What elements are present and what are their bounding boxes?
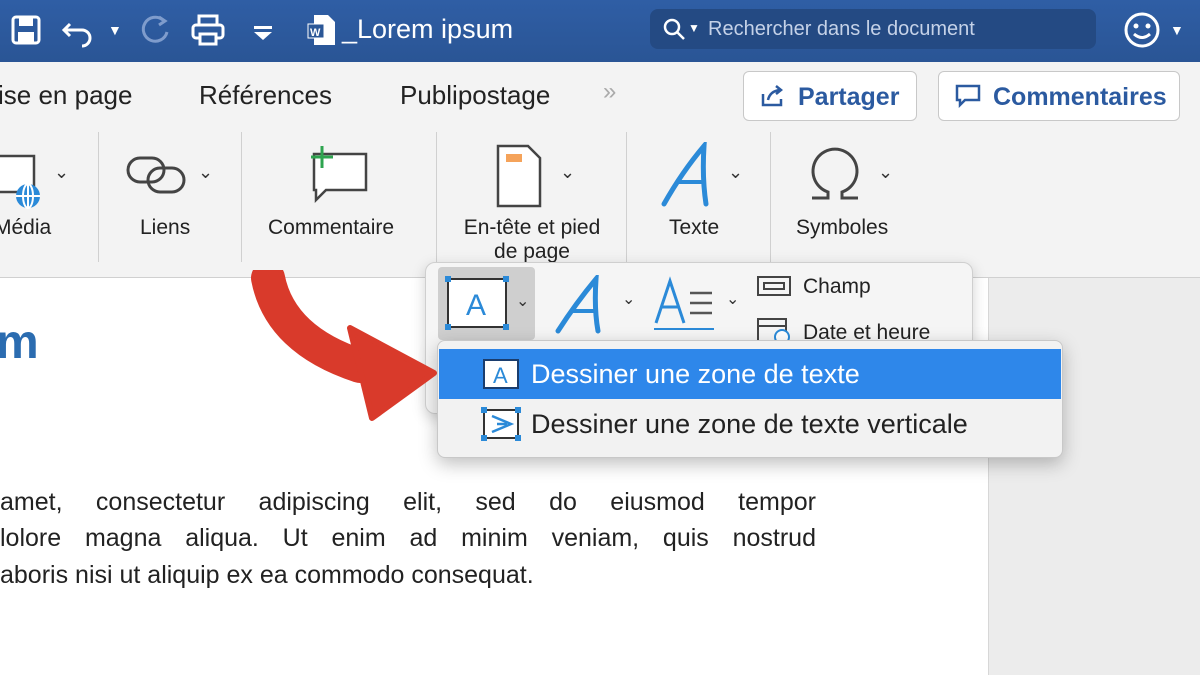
draw-vertical-textbox-icon [481,407,521,441]
undo-icon[interactable] [60,12,96,48]
word-document-icon: W [306,12,338,48]
svg-text:A: A [466,289,486,322]
menu-item-draw-vertical-textbox[interactable]: Dessiner une zone de texte verticale [439,399,1061,449]
ribbon-divider [436,132,437,262]
media-label: Média [0,216,52,239]
menu-item-label: Dessiner une zone de texte verticale [531,409,968,439]
undo-chevron-icon[interactable]: ▼ [108,22,122,38]
svg-text:W: W [310,27,321,39]
ribbon-insert: ⌄ Média ⌄ Liens Commentaire ⌄ En-tête et… [0,132,1200,278]
text-icon[interactable] [658,138,718,208]
menu-item-draw-textbox[interactable]: A Dessiner une zone de texte [439,349,1061,399]
textbox-dropdown-menu: A Dessiner une zone de texte Dessiner un… [437,340,1063,458]
link-icon[interactable] [124,150,188,200]
comment-label: Commentaire [268,216,395,239]
links-label: Liens [140,216,191,239]
field-label[interactable]: Champ [803,275,871,299]
smiley-feedback-icon[interactable] [1122,10,1162,50]
header-footer-icon[interactable] [494,144,544,208]
ribbon-divider [241,132,242,262]
new-comment-icon[interactable] [302,144,372,206]
search-chevron-icon[interactable]: ▼ [688,21,700,35]
share-label: Partager [798,83,900,111]
media-icon[interactable] [0,150,46,210]
dropcap-icon[interactable] [652,275,716,331]
header-footer-label: En-tête et pied de page [463,216,601,263]
red-arrow-icon [251,270,437,421]
tab-mailings[interactable]: Publipostage [400,80,550,111]
document-paragraph-line: lolore magna aliqua. Ut enim ad minim ve… [0,524,816,552]
redo-icon[interactable] [137,12,173,48]
symbols-label: Symboles [796,216,889,239]
text-chevron-icon[interactable]: ⌄ [728,162,743,183]
links-chevron-icon[interactable]: ⌄ [198,162,213,183]
omega-symbol-icon[interactable] [806,144,864,204]
comments-label: Commentaires [993,83,1167,111]
more-tabs-icon[interactable]: » [603,78,616,106]
tab-references[interactable]: Références [199,80,332,111]
media-chevron-icon[interactable]: ⌄ [54,162,69,183]
search-placeholder: Rechercher dans le document [708,18,975,40]
share-icon [761,85,784,107]
wordart-icon[interactable] [552,271,610,335]
print-icon[interactable] [190,12,226,48]
document-title: _Lorem ipsum [342,14,514,44]
draw-textbox-icon: A [483,359,519,389]
comment-bubble-icon [955,84,981,108]
ribbon-tabs: ise en page Références Publipostage » Pa… [0,62,1200,132]
save-icon[interactable] [8,12,44,48]
document-heading: m [0,316,39,369]
comments-button[interactable]: Commentaires [938,71,1180,121]
textbox-chevron-icon[interactable]: ⌄ [516,291,529,311]
search-input[interactable]: ▼ Rechercher dans le document [650,9,1096,49]
menu-item-label: Dessiner une zone de texte [531,359,860,389]
document-gutter [988,278,1200,675]
text-label: Texte [669,216,720,239]
tab-layout[interactable]: ise en page [0,80,132,111]
document-paragraph-line: amet, consectetur adipiscing elit, sed d… [0,488,816,516]
share-button[interactable]: Partager [743,71,917,121]
document-paragraph-line: aboris nisi ut aliquip ex ea commodo con… [0,561,534,589]
header-footer-chevron-icon[interactable]: ⌄ [560,162,575,183]
svg-text:A: A [493,363,508,388]
title-bar: ▼ W _Lorem ipsum ▼ Rechercher dans le do… [0,0,1200,62]
ribbon-divider [626,132,627,262]
feedback-chevron-icon[interactable]: ▼ [1170,22,1184,38]
ribbon-divider [770,132,771,262]
dropcap-chevron-icon[interactable]: ⌄ [726,289,739,309]
symbols-chevron-icon[interactable]: ⌄ [878,162,893,183]
field-icon[interactable] [756,275,792,297]
ribbon-divider [98,132,99,262]
search-icon [663,18,685,40]
wordart-chevron-icon[interactable]: ⌄ [622,289,635,309]
customize-toolbar-icon[interactable] [245,12,281,48]
